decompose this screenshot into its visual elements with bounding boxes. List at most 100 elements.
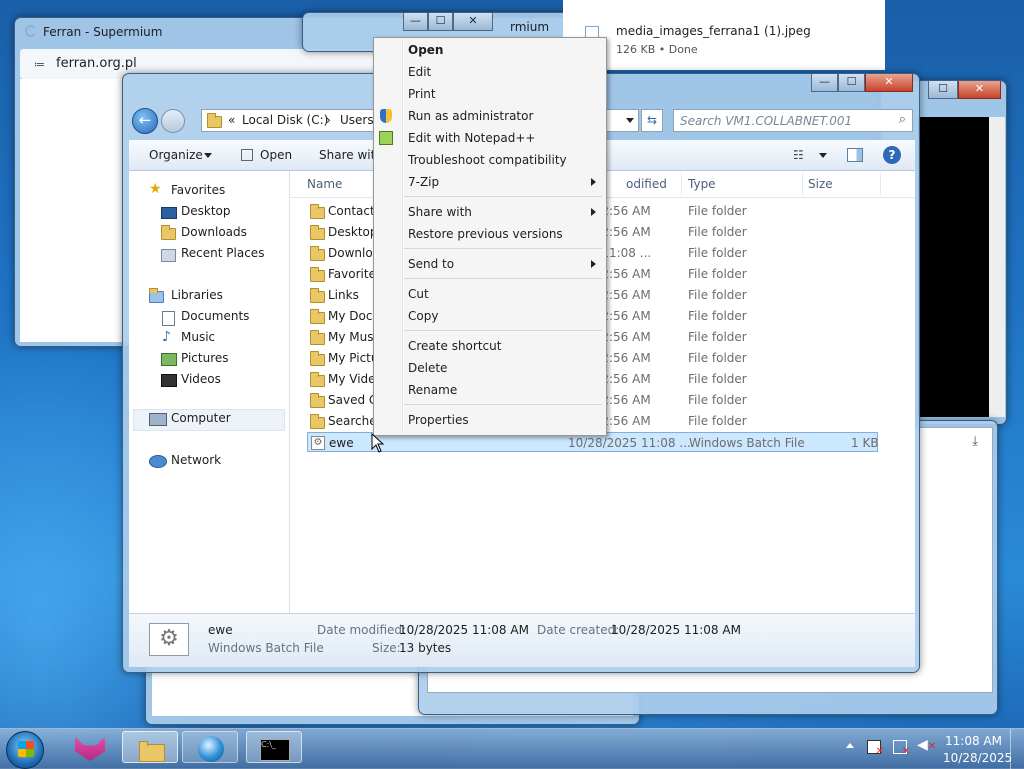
refresh-icon[interactable]: ⇆ [641,109,663,132]
folder-icon [310,414,325,429]
menu-edit[interactable]: Edit [374,62,606,83]
menu-item-label: Share with [408,205,472,219]
download-panel[interactable]: media_images_ferrana1 (1).jpeg 126 KB • … [563,0,885,70]
nav-libraries[interactable]: Libraries [171,288,223,302]
cell-type: File folder [688,351,747,365]
back-button[interactable]: ← [132,108,158,134]
forward-button[interactable] [161,109,185,133]
menu-create-shortcut[interactable]: Create shortcut [374,336,606,357]
menu-item-label: Delete [408,361,448,375]
menu-rename[interactable]: Rename [374,380,606,401]
menu-restore-versions[interactable]: Restore previous versions [374,224,606,245]
search-icon[interactable]: ⌕ [899,112,906,127]
cell-name: Links [328,288,359,302]
minimize-button[interactable]: — [403,13,428,31]
open-button[interactable]: Open [260,148,292,162]
search-placeholder[interactable]: Search VM1.COLLABNET.001 [680,114,852,128]
nav-downloads[interactable]: Downloads [181,225,247,239]
explorer-icon [139,741,165,762]
taskbar-supermium[interactable] [63,732,119,764]
details-modified-value: 10/28/2025 11:08 AM [399,623,529,637]
show-hidden-icons-chevron[interactable] [846,743,854,748]
volume-muted-icon[interactable]: ◀✕ [917,737,936,753]
details-name: ewe [208,623,233,637]
view-chevron-down-icon[interactable] [819,153,827,158]
action-center-icon[interactable]: ✕ [867,740,884,757]
address-dropdown-icon[interactable] [626,118,634,123]
taskbar-explorer[interactable] [122,731,178,763]
menu-troubleshoot[interactable]: Troubleshoot compatibility [374,150,606,171]
details-pane: ⚙ ewe Windows Batch File Date modified: … [129,613,915,667]
preview-pane-icon[interactable] [847,148,863,162]
breadcrumb-separator[interactable]: › [326,113,331,127]
cell-date: 10/28/2025 11:08 ... [568,436,691,450]
close-button[interactable]: ✕ [453,13,493,31]
network-tray-icon[interactable]: ✕ [893,740,910,757]
organize-chevron-down-icon[interactable] [204,153,212,158]
taskbar-console[interactable]: C:\_ [246,731,302,763]
taskbar-remote[interactable] [182,731,238,763]
breadcrumb-local-disk[interactable]: Local Disk (C:) [242,113,328,127]
download-filename[interactable]: media_images_ferrana1 (1).jpeg [616,24,811,38]
menu-item-label: 7-Zip [408,175,440,189]
column-divider [681,173,682,195]
pictures-icon [161,353,177,366]
show-desktop-button[interactable] [1010,729,1024,769]
console-scrollbar[interactable] [989,117,1005,417]
column-type[interactable]: Type [688,177,716,191]
maximize-button-console[interactable]: ☐ [928,81,958,99]
menu-share-with[interactable]: Share with [374,202,606,223]
maximize-button[interactable]: ☐ [428,13,453,31]
menu-item-label: Create shortcut [408,339,502,353]
clock-time[interactable]: 11:08 AM [945,734,1002,748]
nav-favorites[interactable]: Favorites [171,183,225,197]
nav-desktop[interactable]: Desktop [181,204,231,218]
column-size[interactable]: Size [808,177,833,191]
breadcrumb-users[interactable]: Users [340,113,374,127]
column-name[interactable]: Name [307,177,342,191]
menu-separator [404,330,602,331]
nav-documents[interactable]: Documents [181,309,249,323]
maximize-button[interactable]: ☐ [838,74,865,92]
menu-run-as-admin[interactable]: Run as administrator [374,106,606,127]
url-text[interactable]: ferran.org.pl [56,56,137,71]
help-icon[interactable]: ? [883,146,901,164]
details-type: Windows Batch File [208,641,324,655]
minimize-button[interactable]: — [811,74,838,92]
column-date-modified[interactable]: odified [626,177,667,191]
menu-delete[interactable]: Delete [374,358,606,379]
site-info-icon[interactable]: ≔ [34,58,45,71]
download-arrow-icon[interactable]: ⤓ [972,434,978,449]
nav-pictures[interactable]: Pictures [181,351,229,365]
close-button[interactable]: ✕ [865,74,913,92]
context-menu: Open Edit Print Run as administrator Edit wi… [373,37,607,436]
menu-send-to[interactable]: Send to [374,254,606,275]
organize-button[interactable]: Organize [149,148,203,162]
folder-icon [310,204,325,219]
menu-7zip[interactable]: 7-Zip [374,172,606,193]
start-button[interactable] [6,731,44,769]
view-options-icon[interactable]: ☷ [793,148,804,162]
windows-logo-icon [18,741,34,757]
nav-recent-places[interactable]: Recent Places [181,246,264,260]
nav-computer[interactable]: Computer [171,411,231,425]
folder-icon [207,113,222,128]
menu-properties[interactable]: Properties [374,410,606,431]
navigation-pane: ★ Favorites Desktop Downloads Recent Pla… [129,171,290,613]
open-icon[interactable] [241,149,253,161]
menu-print[interactable]: Print [374,84,606,105]
folder-icon [310,267,325,282]
menu-open[interactable]: Open [374,40,606,61]
menu-edit-notepadpp[interactable]: Edit with Notepad++ [374,128,606,149]
close-button-console[interactable]: ✕ [958,81,1001,99]
breadcrumb-chevron[interactable]: « [228,113,235,127]
menu-cut[interactable]: Cut [374,284,606,305]
nav-network[interactable]: Network [171,453,221,467]
clock-date[interactable]: 10/28/2025 [943,751,1012,765]
cell-type: File folder [688,204,747,218]
cell-type: File folder [688,225,747,239]
menu-copy[interactable]: Copy [374,306,606,327]
nav-videos[interactable]: Videos [181,372,221,386]
search-box[interactable]: Search VM1.COLLABNET.001 ⌕ [673,109,913,132]
nav-music[interactable]: Music [181,330,215,344]
